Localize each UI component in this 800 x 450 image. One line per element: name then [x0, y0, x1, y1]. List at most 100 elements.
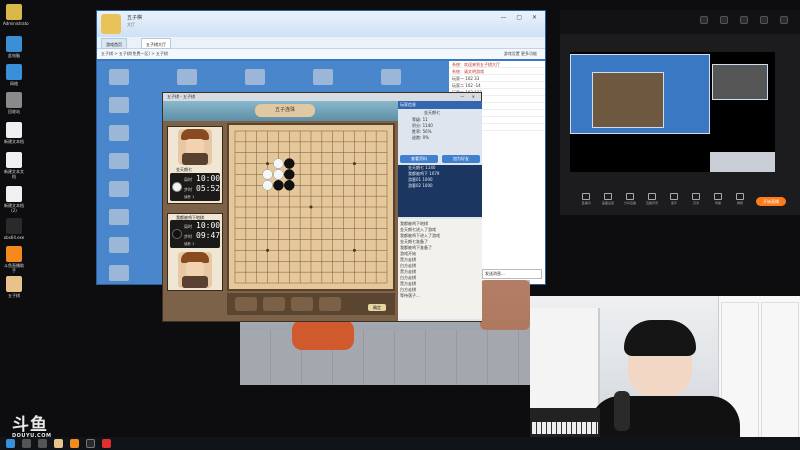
- chat-message: 系统：请文明游戏: [449, 68, 545, 75]
- settings-icon[interactable]: [700, 16, 708, 24]
- byoyomi-label: 读秒 1: [184, 195, 195, 199]
- chat-icon[interactable]: [720, 16, 728, 24]
- confirm-button[interactable]: 确定: [368, 304, 386, 311]
- toolbar-button[interactable]: [235, 297, 257, 311]
- stream-tool-button[interactable]: 直播间: [580, 193, 592, 205]
- desktop-icon-label: 新建文本档: [4, 139, 24, 144]
- minimize-icon[interactable]: [760, 16, 768, 24]
- window-controls[interactable]: — ▢ ✕: [500, 14, 541, 21]
- game-table-seat[interactable]: [109, 69, 129, 85]
- gomoku-board[interactable]: [227, 123, 395, 291]
- tab-gomoku[interactable]: 五子棋大厅: [141, 38, 171, 49]
- game-table-seat[interactable]: [245, 69, 265, 85]
- preview-panel: [712, 64, 768, 100]
- game-table-seat[interactable]: [381, 69, 401, 85]
- game-window-title: 五子棋 - 五子棋: [167, 94, 195, 99]
- start-button-icon[interactable]: [6, 439, 15, 448]
- app-taskbar-icon[interactable]: [102, 439, 111, 448]
- stream-tool-button[interactable]: 分享直播: [624, 193, 636, 205]
- tool-icon: [714, 193, 722, 200]
- game-table-seat[interactable]: [177, 69, 197, 85]
- board-pane: 局时 10:00 步时 05:52 读秒 1 金天朗七 局时 10:00 步时 …: [163, 121, 398, 321]
- player-name: 我都被鸡下地棋: [176, 215, 204, 220]
- douyu-taskbar-icon[interactable]: [70, 439, 79, 448]
- toolbar-button[interactable]: [263, 297, 285, 311]
- tool-icon: [626, 193, 634, 200]
- stream-tool-button[interactable]: 导播: [712, 193, 724, 205]
- game-table-seat[interactable]: [109, 209, 129, 225]
- desktop-app-icon: [6, 4, 22, 20]
- stream-tool-button[interactable]: 直播背景: [646, 193, 658, 205]
- desktop-icon-label: Administrato: [3, 21, 29, 26]
- close-icon[interactable]: [780, 16, 788, 24]
- desktop-app-icon: [6, 152, 22, 168]
- user-row[interactable]: 玩家一 102 33: [449, 75, 545, 82]
- desktop-icon[interactable]: 五子棋: [3, 276, 25, 298]
- tool-icon: [582, 193, 590, 200]
- total-clock: 10:00: [196, 221, 221, 230]
- game-window-controls[interactable]: — ✕: [460, 93, 478, 101]
- desktop-icon[interactable]: 斗鱼直播助手: [3, 246, 25, 273]
- search-icon[interactable]: [22, 439, 31, 448]
- tool-label: 直播间: [581, 201, 591, 205]
- start-live-button[interactable]: 开始直播: [756, 197, 786, 206]
- toolbar-button[interactable]: [319, 297, 341, 311]
- add-friend-button[interactable]: 加为好友: [442, 155, 480, 163]
- game-table-seat[interactable]: [109, 181, 129, 197]
- white-stone: [262, 169, 273, 180]
- desktop-icon[interactable]: 新建文本文档: [3, 152, 25, 179]
- game-titlebar[interactable]: 五子棋 - 五子棋 — ✕: [163, 93, 481, 101]
- tool-label: 直播背景: [646, 201, 659, 205]
- tool-label: 变声: [670, 201, 677, 205]
- game-table-seat[interactable]: [109, 265, 129, 281]
- lobby-tools[interactable]: 游戏设置 更多功能: [504, 49, 537, 59]
- taskview-icon[interactable]: [38, 439, 47, 448]
- game-banner: 五子连珠: [163, 101, 398, 121]
- obs-taskbar-icon[interactable]: [86, 439, 95, 448]
- board-grid[interactable]: [229, 125, 393, 289]
- desktop-icon-label: 网络: [10, 81, 18, 86]
- move-clock: 05:52: [196, 184, 221, 193]
- game-table-seat[interactable]: [109, 153, 129, 169]
- breadcrumb-path: 五子棋 > 五子棋(免费一区) > 五子棋: [101, 51, 168, 56]
- breadcrumb: 五子棋 > 五子棋(免费一区) > 五子棋 游戏设置 更多功能: [97, 49, 545, 59]
- lobby-titlebar[interactable]: 五子棋 大厅 — ▢ ✕: [97, 11, 545, 37]
- user-icon[interactable]: [740, 16, 748, 24]
- game-table-seat[interactable]: [109, 237, 129, 253]
- stream-tool-button[interactable]: 画面设置: [602, 193, 614, 205]
- game-table-seat[interactable]: [109, 97, 129, 113]
- desktop-icon[interactable]: 回收站: [3, 92, 25, 114]
- game-table-seat[interactable]: [109, 125, 129, 141]
- game-table-seat[interactable]: [313, 69, 333, 85]
- desktop-icon[interactable]: 新建文本档: [3, 122, 25, 144]
- stream-tool-button[interactable]: 高清: [690, 193, 702, 205]
- stream-tool-button[interactable]: 变声: [668, 193, 680, 205]
- desktop-icon-label: 新建文本档(2): [4, 203, 24, 213]
- tab-home[interactable]: 游戏首页: [101, 38, 127, 49]
- desktop-app-icon: [6, 64, 22, 80]
- desktop-app-icon: [6, 36, 22, 52]
- desktop-icon[interactable]: 网络: [3, 64, 25, 86]
- view-profile-button[interactable]: 查看资料: [400, 155, 438, 163]
- desktop-icon-label: 斗鱼直播助手: [4, 263, 24, 273]
- chat-input[interactable]: 发送消息...: [482, 269, 542, 279]
- chat-message: 系统：欢迎来到五子棋大厅: [449, 61, 545, 68]
- move-clock: 09:47: [196, 231, 221, 240]
- desktop-icon-label: 此电脑: [8, 53, 20, 58]
- room-player-row[interactable]: 游客02 1000: [398, 183, 482, 189]
- desktop-icon[interactable]: obs64.exe: [3, 218, 25, 240]
- toolbar-button[interactable]: [291, 297, 313, 311]
- desktop-icon[interactable]: Administrato: [3, 4, 29, 26]
- star-point: [266, 248, 270, 252]
- desktop-icon[interactable]: 此电脑: [3, 36, 25, 58]
- room-player-list: 金天朗七 1140 我都被鸡下 1079 游客01 1000 游客02 1000: [398, 165, 482, 217]
- user-row[interactable]: 玩家二 102 -14: [449, 82, 545, 89]
- stream-tool-button[interactable]: 弹幕: [734, 193, 746, 205]
- player-clock-panel: 局时 10:00 步时 09:47 读秒 1: [170, 220, 220, 248]
- tool-label: 导播: [714, 201, 721, 205]
- side-user-name: 金天朗七: [424, 110, 440, 115]
- gomoku-taskbar-icon[interactable]: [54, 439, 63, 448]
- white-stone-icon: [172, 182, 182, 192]
- clock-label: 局时: [184, 224, 192, 229]
- desktop-icon[interactable]: 新建文本档(2): [3, 186, 25, 213]
